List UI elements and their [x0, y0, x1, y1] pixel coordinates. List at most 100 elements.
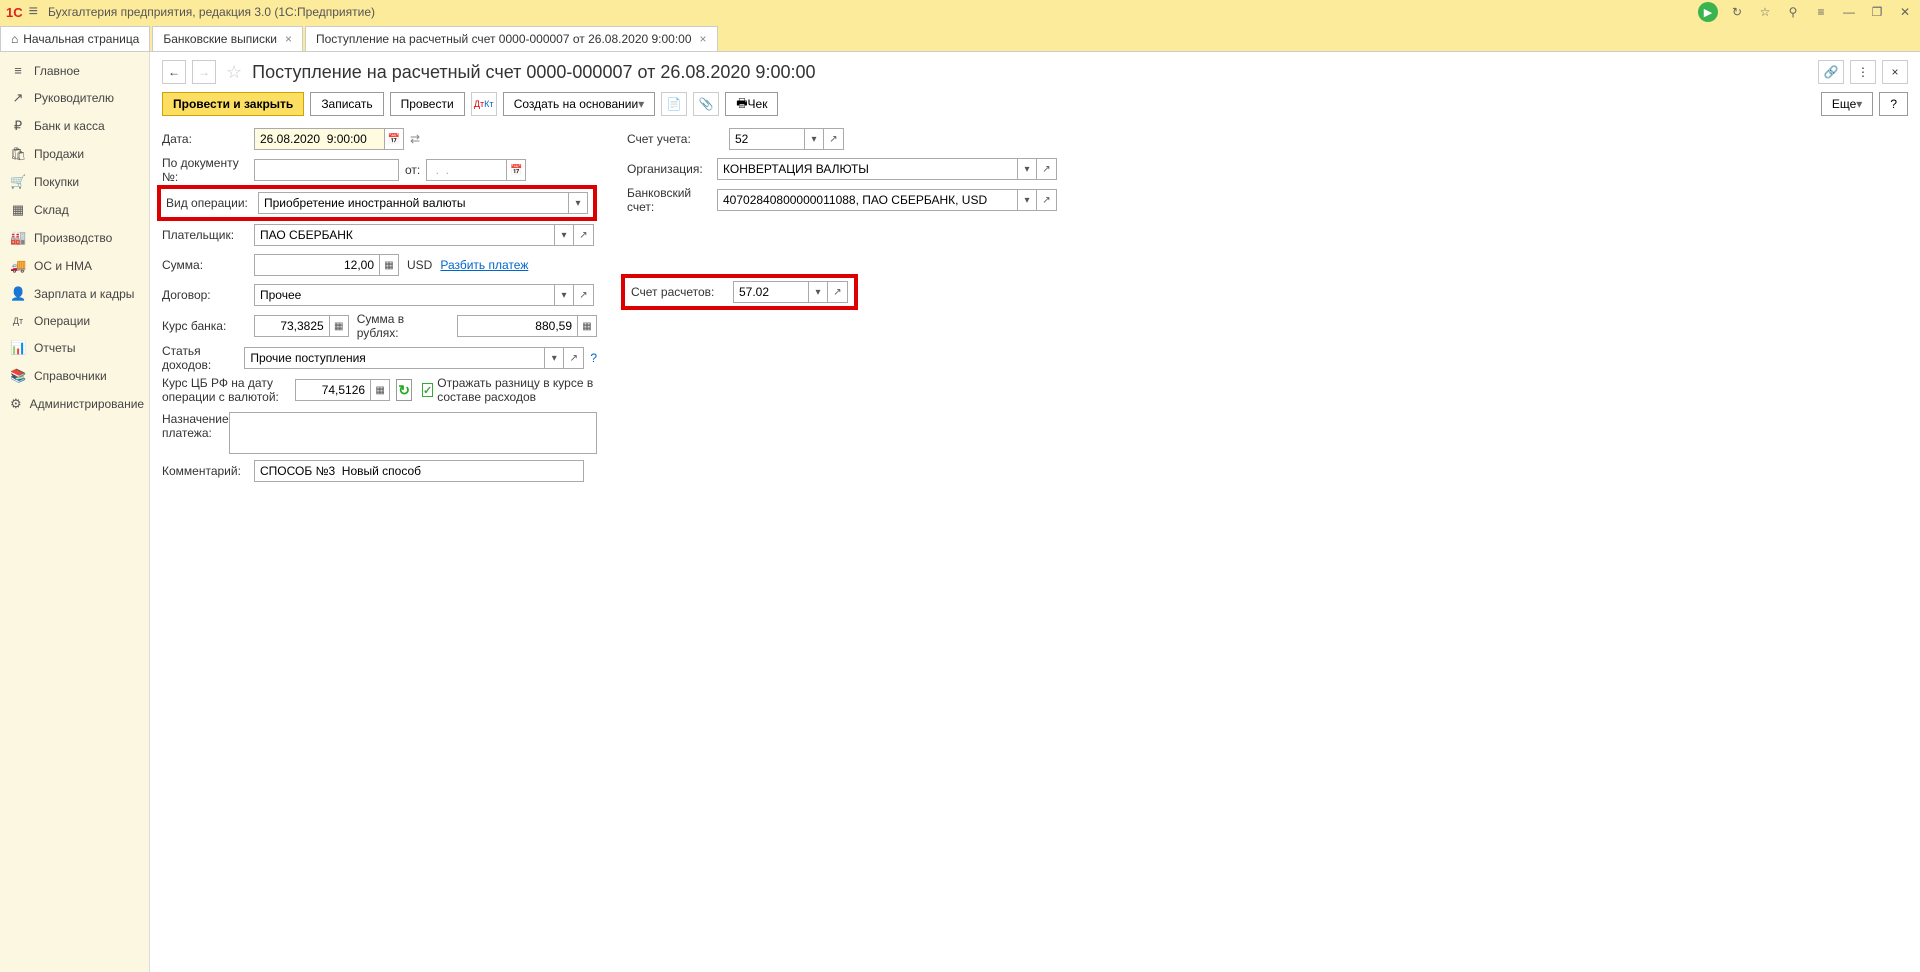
optype-input[interactable]	[258, 192, 568, 214]
calendar-icon[interactable]: 📅	[506, 159, 526, 181]
sumrub-label: Сумма в рублях:	[357, 312, 449, 340]
open-icon[interactable]: ↗	[828, 281, 848, 303]
calc-icon[interactable]: ▦	[577, 315, 597, 337]
open-icon[interactable]: ↗	[574, 284, 594, 306]
sidebar-item-catalogs[interactable]: 📚Справочники	[0, 362, 149, 390]
from-label: от:	[405, 163, 420, 177]
sidebar-item-sales[interactable]: 🛍Продажи	[0, 140, 149, 168]
sidebar-item-assets[interactable]: 🚚ОС и НМА	[0, 252, 149, 280]
tab-receipt[interactable]: Поступление на расчетный счет 0000-00000…	[305, 26, 718, 51]
filter-icon[interactable]: ≡	[1812, 3, 1830, 21]
ruble-icon: ₽	[10, 118, 26, 134]
sidebar-item-bank[interactable]: ₽Банк и касса	[0, 112, 149, 140]
minimize-icon[interactable]: —	[1840, 3, 1858, 21]
create-based-button[interactable]: Создать на основании	[503, 92, 656, 116]
tabs-bar: ⌂ Начальная страница Банковские выписки …	[0, 24, 1920, 52]
sidebar-item-admin[interactable]: ⚙Администрирование	[0, 390, 149, 418]
attach-icon[interactable]: 📎	[693, 92, 719, 116]
sidebar-item-operations[interactable]: ДтОперации	[0, 308, 149, 334]
payer-label: Плательщик:	[162, 228, 254, 242]
org-input[interactable]	[717, 158, 1017, 180]
purpose-label: Назначение платежа:	[162, 412, 229, 440]
date-input[interactable]	[254, 128, 384, 150]
dropdown-icon[interactable]: ▾	[568, 192, 588, 214]
calc-icon[interactable]: ▦	[379, 254, 399, 276]
restore-icon[interactable]: ❐	[1868, 3, 1886, 21]
dropdown-icon[interactable]: ▾	[554, 284, 574, 306]
sumrub-input[interactable]	[457, 315, 577, 337]
more-button[interactable]: Еще	[1821, 92, 1873, 116]
tab-bank-statements[interactable]: Банковские выписки ×	[152, 26, 303, 51]
check-button[interactable]: 🖶 Чек	[725, 92, 778, 116]
post-button[interactable]: Провести	[390, 92, 465, 116]
bankrate-label: Курс банка:	[162, 319, 254, 333]
back-button[interactable]: ←	[162, 60, 186, 84]
open-icon[interactable]: ↗	[574, 224, 594, 246]
tab1-label: Банковские выписки	[163, 32, 277, 46]
sidebar-item-reports[interactable]: 📊Отчеты	[0, 334, 149, 362]
open-icon[interactable]: ↗	[1037, 189, 1057, 211]
swap-icon[interactable]: ⇄	[410, 132, 420, 146]
docno-label: По документу №:	[162, 156, 254, 184]
docno-input[interactable]	[254, 159, 399, 181]
calc-icon[interactable]: ▦	[370, 379, 390, 401]
sidebar-item-manager[interactable]: ↗Руководителю	[0, 84, 149, 112]
dropdown-icon[interactable]: ▾	[544, 347, 564, 369]
content-area: ← → ☆ Поступление на расчетный счет 0000…	[150, 52, 1920, 972]
open-icon[interactable]: ↗	[564, 347, 584, 369]
open-icon[interactable]: ↗	[1037, 158, 1057, 180]
from-date-input[interactable]	[426, 159, 506, 181]
search-icon[interactable]: ⚲	[1784, 3, 1802, 21]
tab2-label: Поступление на расчетный счет 0000-00000…	[316, 32, 692, 46]
bankacc-input[interactable]	[717, 189, 1017, 211]
split-payment-link[interactable]: Разбить платеж	[440, 258, 528, 272]
open-icon[interactable]: ↗	[824, 128, 844, 150]
purpose-textarea[interactable]	[229, 412, 597, 454]
close-icon[interactable]: ×	[285, 32, 292, 46]
account-input[interactable]	[729, 128, 804, 150]
home-icon: ⌂	[11, 32, 18, 46]
notification-icon[interactable]: ▶	[1698, 2, 1718, 22]
history-icon[interactable]: ↻	[1728, 3, 1746, 21]
sidebar-item-salary[interactable]: 👤Зарплата и кадры	[0, 280, 149, 308]
sidebar-item-warehouse[interactable]: ▦Склад	[0, 196, 149, 224]
sum-input[interactable]	[254, 254, 379, 276]
forward-button[interactable]: →	[192, 60, 216, 84]
contract-input[interactable]	[254, 284, 554, 306]
close-page-icon[interactable]: ×	[1882, 60, 1908, 84]
payer-input[interactable]	[254, 224, 554, 246]
close-window-icon[interactable]: ✕	[1896, 3, 1914, 21]
reflect-checkbox[interactable]: ✓	[422, 383, 433, 397]
dropdown-icon[interactable]: ▾	[808, 281, 828, 303]
menu-icon[interactable]: ≡	[29, 3, 38, 21]
dropdown-icon[interactable]: ▾	[1017, 189, 1037, 211]
dropdown-icon[interactable]: ▾	[554, 224, 574, 246]
cbr-input[interactable]	[295, 379, 370, 401]
income-input[interactable]	[244, 347, 544, 369]
settle-label: Счет расчетов:	[631, 285, 733, 299]
close-icon[interactable]: ×	[700, 32, 707, 46]
comment-input[interactable]	[254, 460, 584, 482]
calendar-icon[interactable]: 📅	[384, 128, 404, 150]
document-icon[interactable]: 📄	[661, 92, 687, 116]
dropdown-icon[interactable]: ▾	[804, 128, 824, 150]
favorite-icon[interactable]: ☆	[226, 62, 242, 83]
sidebar-item-main[interactable]: ≡Главное	[0, 57, 149, 84]
sidebar-item-purchases[interactable]: 🛒Покупки	[0, 168, 149, 196]
link-icon[interactable]: 🔗	[1818, 60, 1844, 84]
calc-icon[interactable]: ▦	[329, 315, 349, 337]
settle-input[interactable]	[733, 281, 808, 303]
dtkt-button[interactable]: ДтКт	[471, 92, 497, 116]
tab-home[interactable]: ⌂ Начальная страница	[0, 26, 150, 51]
bankrate-input[interactable]	[254, 315, 329, 337]
sidebar-item-production[interactable]: 🏭Производство	[0, 224, 149, 252]
dropdown-icon[interactable]: ▾	[1017, 158, 1037, 180]
save-button[interactable]: Записать	[310, 92, 383, 116]
help-link-icon[interactable]: ?	[590, 351, 597, 365]
help-button[interactable]: ?	[1879, 92, 1908, 116]
kebab-icon[interactable]: ⋮	[1850, 60, 1876, 84]
books-icon: 📚	[10, 368, 26, 384]
star-icon[interactable]: ☆	[1756, 3, 1774, 21]
post-close-button[interactable]: Провести и закрыть	[162, 92, 304, 116]
refresh-button[interactable]: ↻	[396, 379, 412, 401]
